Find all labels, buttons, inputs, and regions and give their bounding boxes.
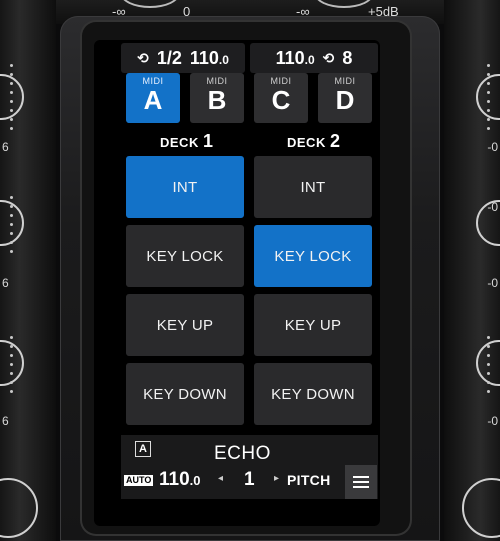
beat-right-arrow-icon[interactable]: ▸ [274, 473, 279, 484]
right-knob[interactable] [462, 478, 500, 538]
deck1-key-up-button[interactable]: KEY UP [126, 294, 244, 356]
midi-button-b[interactable]: MIDI B [190, 73, 244, 123]
fx-beat-value: 1 [244, 469, 255, 490]
deck2-key-lock-button[interactable]: KEY LOCK [254, 225, 372, 287]
scale-mark: 6 [2, 414, 9, 428]
scale-mark: -0 [487, 414, 498, 428]
midi-button-letter: D [335, 85, 355, 115]
deck1-beat: 1/2 [156, 47, 182, 68]
deck2-beat: 8 [342, 47, 353, 68]
deck2-int-button[interactable]: INT [254, 156, 372, 218]
deck2-info: 110.0 ⟲ 8 [250, 43, 378, 73]
fx-bpm: 110.0 [159, 469, 201, 490]
midi-button-letter: A [143, 85, 163, 115]
deck1-bpm: 110.0 [189, 47, 229, 68]
midi-button-d[interactable]: MIDI D [318, 73, 372, 123]
midi-button-letter: C [271, 85, 291, 115]
scale-mark: -0 [487, 140, 498, 154]
sync-icon: ⟲ [322, 49, 335, 66]
deck1-key-lock-button[interactable]: KEY LOCK [126, 225, 244, 287]
deck1-key-down-button[interactable]: KEY DOWN [126, 363, 244, 425]
deck1-info: ⟲ 1/2 110.0 [121, 43, 245, 73]
deck2-label: DECK 2 [287, 131, 341, 151]
scale-dots [10, 196, 13, 259]
fx-name[interactable]: ECHO [214, 443, 271, 465]
right-hardware-panel: -0 -0 -0 -0 [444, 0, 500, 541]
scale-mark: 6 [2, 276, 9, 290]
menu-button[interactable] [345, 465, 377, 499]
menu-icon [353, 473, 369, 491]
scale-mark: 6 [2, 140, 9, 154]
fx-parameter: PITCH [287, 472, 331, 488]
midi-button-a[interactable]: MIDI A [126, 73, 180, 123]
auto-badge: AUTO [124, 475, 154, 486]
scale-dots [10, 64, 13, 136]
deck2-key-down-button[interactable]: KEY DOWN [254, 363, 372, 425]
midi-button-letter: B [207, 85, 227, 115]
left-knob[interactable] [0, 478, 38, 538]
fx-slot-badge: A [135, 441, 151, 457]
deck1-int-button[interactable]: INT [126, 156, 244, 218]
sync-icon: ⟲ [137, 49, 149, 66]
deck2-key-up-button[interactable]: KEY UP [254, 294, 372, 356]
deck1-label: DECK 1 [160, 131, 214, 151]
scale-mark: -0 [487, 200, 498, 214]
top-knob[interactable] [314, 0, 374, 8]
left-hardware-panel: 6 6 6 [0, 0, 56, 541]
scale-dots [10, 336, 13, 399]
top-knob[interactable] [120, 0, 180, 8]
beat-left-arrow-icon[interactable]: ◂ [218, 473, 223, 484]
midi-button-c[interactable]: MIDI C [254, 73, 308, 123]
scale-mark: -0 [487, 276, 498, 290]
deck2-bpm: 110.0 [275, 47, 315, 68]
scale-dots [487, 336, 490, 399]
scale-dots [487, 64, 490, 136]
